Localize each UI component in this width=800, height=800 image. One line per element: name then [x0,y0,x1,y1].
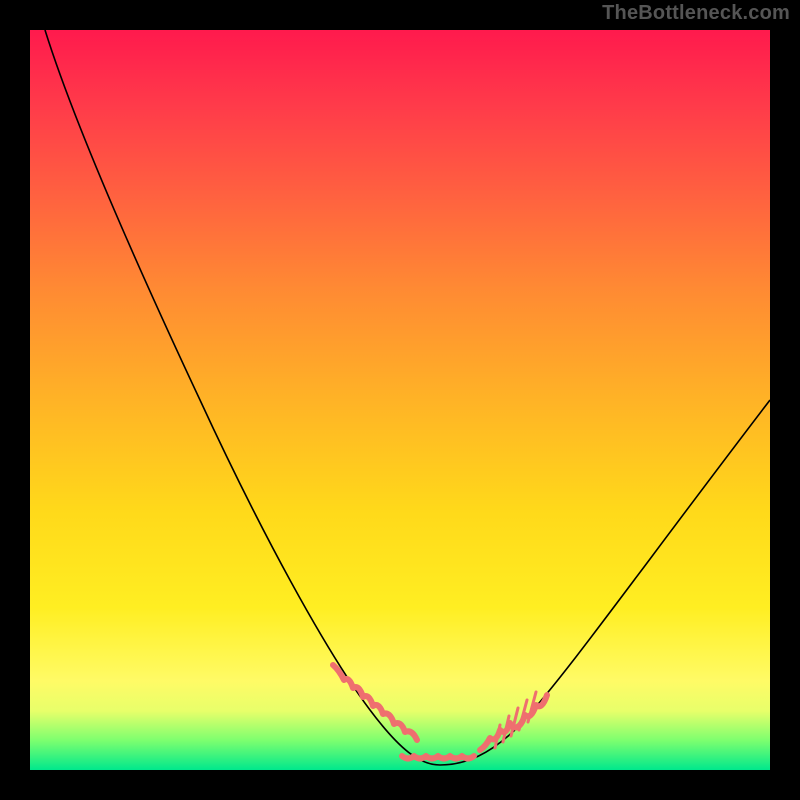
watermark-text: TheBottleneck.com [602,2,790,25]
chart-frame: TheBottleneck.com [0,0,800,800]
bottleneck-curve [45,30,770,765]
curve-overlay [30,30,770,770]
plot-area [30,30,770,770]
marker-cluster-bottom [402,756,474,759]
marker-cluster-right [480,692,547,750]
marker-cluster-left [333,665,417,740]
